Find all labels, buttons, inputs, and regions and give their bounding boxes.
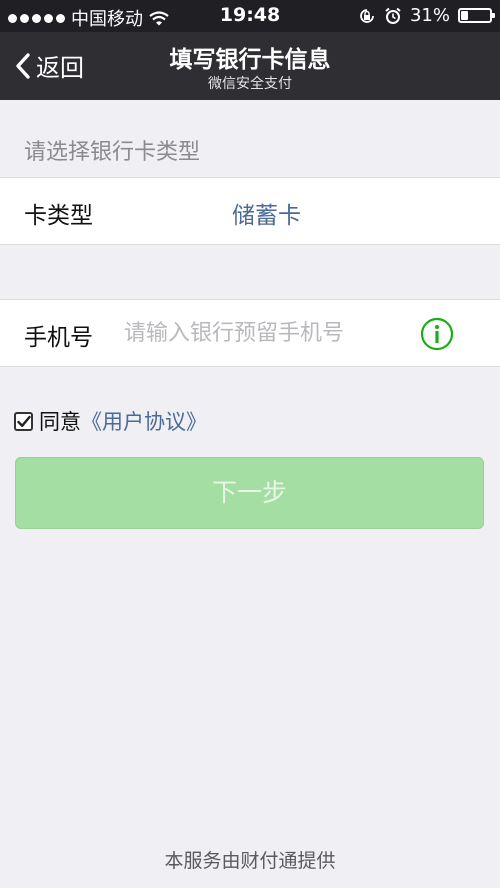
nav-bar: 返回 填写银行卡信息 微信安全支付: [0, 32, 500, 100]
agreement-row: 同意 《用户协议》: [14, 406, 207, 436]
phone-row: 手机号: [0, 299, 500, 367]
battery-percent: 31%: [409, 5, 450, 26]
agree-checkbox[interactable]: [14, 411, 33, 431]
rotation-lock-icon: [360, 8, 374, 23]
next-step-button[interactable]: 下一步: [15, 457, 484, 529]
footer-text: 本服务由财付通提供: [164, 850, 336, 872]
phone-input[interactable]: [124, 310, 409, 356]
card-type-value[interactable]: 储蓄卡: [232, 196, 301, 230]
page-subtitle: 微信安全支付: [208, 76, 292, 92]
page-title: 填写银行卡信息: [169, 47, 331, 73]
section-header: 请选择银行卡类型: [24, 140, 201, 165]
alarm-icon: [385, 7, 401, 24]
status-right: 31%: [358, 5, 495, 26]
phone-label: 手机号: [24, 325, 93, 351]
user-agreement-link[interactable]: 《用户协议》: [81, 406, 207, 436]
checkmark-icon: [16, 415, 31, 427]
card-type-label: 卡类型: [24, 203, 93, 229]
agree-text: 同意: [39, 410, 81, 434]
battery-icon: [458, 8, 495, 23]
info-icon[interactable]: [420, 317, 454, 351]
status-bar: 中国移动 19:48 31%: [0, 0, 500, 32]
card-type-row[interactable]: 卡类型 储蓄卡: [0, 177, 500, 245]
